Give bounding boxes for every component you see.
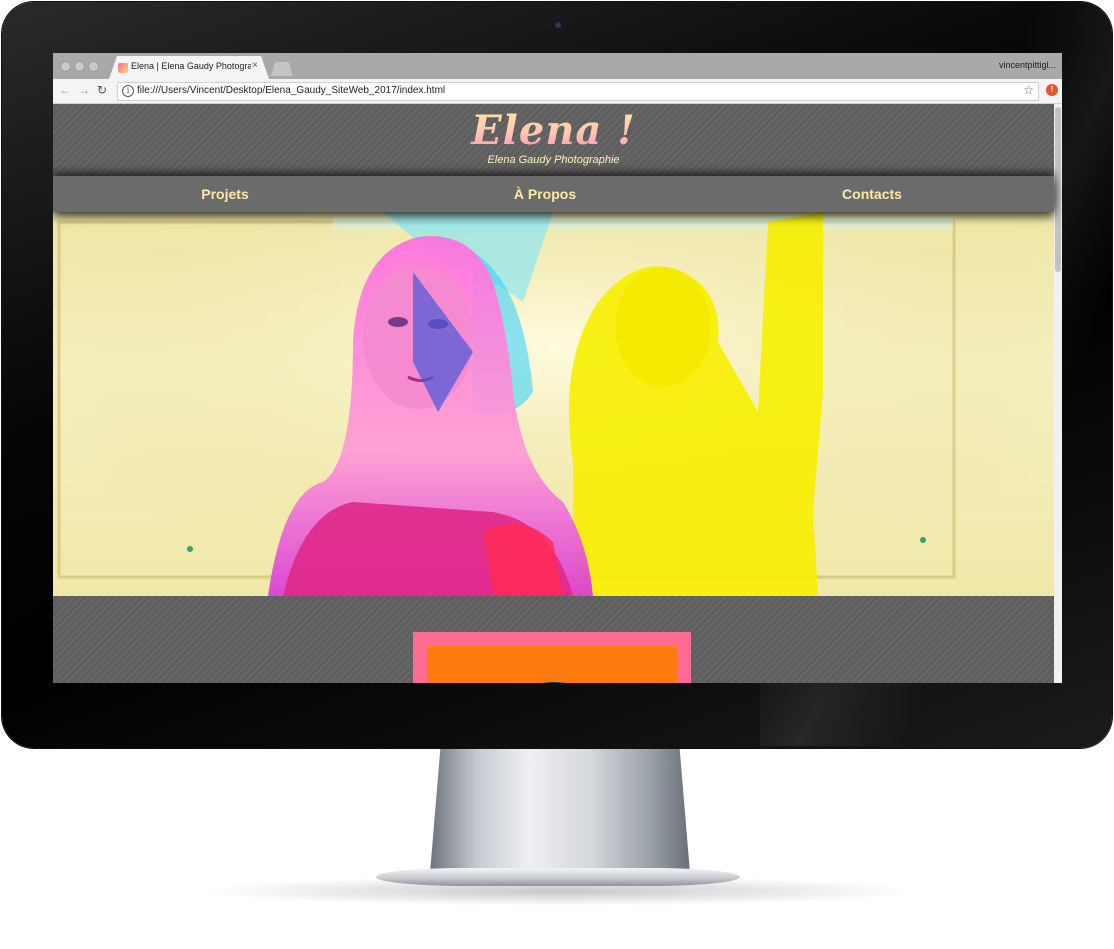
address-bar[interactable]: i file:///Users/Vincent/Desktop/Elena_Ga…: [117, 82, 1039, 101]
page-viewport: Elena ! Elena Gaudy Photographie Projets…: [53, 104, 1062, 683]
scrollbar-thumb[interactable]: [1055, 107, 1061, 272]
project-thumbnail-subject: [527, 682, 581, 683]
favicon-icon: [118, 63, 128, 73]
browser-toolbar: ← → ↻ i file:///Users/Vincent/Desktop/El…: [53, 79, 1062, 104]
monitor-stand-base: [376, 868, 740, 886]
nav-link-a-propos[interactable]: À Propos: [445, 176, 645, 212]
window-close-dot[interactable]: [60, 61, 71, 72]
site-tagline: Elena Gaudy Photographie: [487, 154, 620, 166]
info-icon[interactable]: i: [122, 85, 134, 97]
back-arrow-icon[interactable]: ←: [59, 83, 71, 97]
window-minimize-dot[interactable]: [74, 61, 85, 72]
web-page: Elena ! Elena Gaudy Photographie Projets…: [53, 104, 1054, 683]
page-scrollbar[interactable]: [1054, 104, 1062, 683]
screen: Elena | Elena Gaudy Photograp × vincentp…: [53, 53, 1062, 683]
window-zoom-dot[interactable]: [88, 61, 99, 72]
projects-section: [53, 596, 1054, 683]
imac-mockup: Elena | Elena Gaudy Photograp × vincentp…: [0, 0, 1114, 949]
site-nav: Projets À Propos Contacts: [53, 176, 1054, 212]
hero-photo: [53, 212, 1054, 596]
project-card[interactable]: [413, 632, 691, 683]
hero-photo-artwork: [53, 212, 1054, 596]
star-icon[interactable]: ☆: [1023, 83, 1034, 97]
browser-tab-active[interactable]: Elena | Elena Gaudy Photograp ×: [109, 56, 269, 79]
extension-icon[interactable]: !: [1046, 84, 1058, 96]
site-logo[interactable]: Elena !: [53, 108, 1054, 154]
close-icon[interactable]: ×: [252, 60, 258, 71]
forward-arrow-icon[interactable]: →: [78, 83, 90, 97]
nav-link-contacts[interactable]: Contacts: [772, 176, 972, 212]
tab-title: Elena | Elena Gaudy Photograp: [131, 61, 251, 71]
browser-tab-bar: Elena | Elena Gaudy Photograp × vincentp…: [53, 53, 1062, 79]
monitor-stand: [430, 748, 690, 873]
site-header: Elena ! Elena Gaudy Photographie: [53, 104, 1054, 176]
webcam-icon: [551, 18, 565, 32]
profile-name[interactable]: vincentpittigl...: [999, 60, 1056, 70]
project-thumbnail[interactable]: [427, 646, 677, 683]
url-text[interactable]: file:///Users/Vincent/Desktop/Elena_Gaud…: [137, 85, 445, 96]
reload-icon[interactable]: ↻: [97, 83, 107, 97]
new-tab-button[interactable]: [271, 62, 293, 76]
nav-link-projets[interactable]: Projets: [125, 176, 325, 212]
